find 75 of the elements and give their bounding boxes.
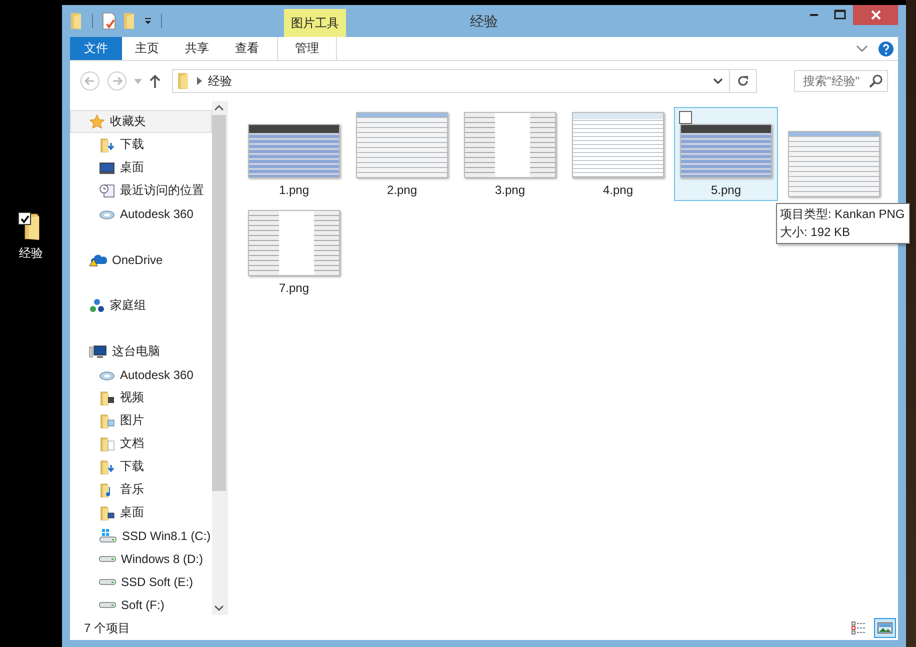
desktop-icon-label: 经验	[19, 245, 43, 262]
address-dropdown-icon[interactable]	[713, 78, 723, 84]
tooltip: 项目类型: Kankan PNG 大小: 192 KB	[776, 203, 910, 244]
ribbon-tab[interactable]: 管理	[277, 37, 337, 60]
folder-icon	[99, 412, 115, 428]
sidebar-item[interactable]: Soft (F:)	[70, 593, 212, 616]
chevron-down-icon[interactable]	[856, 44, 868, 52]
scroll-up-icon[interactable]	[214, 105, 224, 111]
sidebar-item[interactable]: 图片	[70, 409, 212, 432]
checkbox[interactable]	[679, 111, 692, 124]
desktop-folder-shortcut[interactable]: 经验	[16, 212, 46, 647]
sidebar-item[interactable]: 最近访问的位置	[70, 179, 212, 202]
file-item[interactable]: 3.png	[458, 107, 562, 201]
star-icon	[89, 114, 105, 130]
folder-icon	[177, 72, 191, 90]
sidebar-item[interactable]: SSD Win8.1 (C:)	[70, 524, 212, 547]
folder-icon	[99, 136, 115, 152]
folder-icon	[99, 458, 115, 474]
sidebar-item[interactable]: Windows 8 (D:)	[70, 547, 212, 570]
sidebar-item[interactable]: 这台电脑	[70, 340, 212, 363]
search-icon	[869, 74, 883, 88]
folder-icon	[99, 390, 115, 406]
minimize-icon	[808, 13, 820, 17]
folder-icon	[99, 504, 115, 520]
address-bar[interactable]: 经验	[172, 69, 757, 93]
checkbox[interactable]	[18, 212, 31, 225]
recent-places-icon	[99, 182, 115, 198]
sidebar-item[interactable]: 家庭组	[70, 294, 212, 317]
sidebar-item[interactable]: 桌面	[70, 156, 212, 179]
file-item[interactable]: 1.png	[242, 107, 346, 201]
large-icons-view-button[interactable]	[874, 618, 896, 638]
maximize-icon	[834, 9, 846, 21]
close-button[interactable]	[853, 5, 898, 25]
vertical-scrollbar[interactable]	[212, 101, 227, 615]
breadcrumb-item[interactable]: 经验	[208, 72, 232, 90]
properties-page-icon[interactable]	[101, 12, 117, 30]
monitor-icon	[99, 160, 115, 176]
drive-icon	[99, 602, 116, 608]
computer-icon	[89, 344, 107, 360]
sidebar-item[interactable]: 下载	[70, 133, 212, 156]
sidebar-item[interactable]: 桌面	[70, 501, 212, 524]
sidebar-item[interactable]: 收藏夹	[70, 110, 212, 133]
folder-icon	[99, 436, 115, 452]
contextual-tab-header: 图片工具	[284, 9, 346, 37]
file-item[interactable]: 2.png	[350, 107, 454, 201]
help-icon[interactable]	[878, 40, 894, 56]
refresh-icon[interactable]	[736, 74, 750, 88]
sidebar-item[interactable]: Autodesk 360	[70, 363, 212, 386]
sidebar-item[interactable]: 下载	[70, 455, 212, 478]
windows-drive-icon	[99, 528, 117, 544]
window-title: 经验	[470, 13, 498, 31]
search-field[interactable]: 搜索"经验"	[794, 70, 888, 92]
file-item[interactable]: 5.png	[674, 107, 778, 201]
file-item[interactable]: 4.png	[566, 107, 670, 201]
checkmark-icon	[20, 214, 30, 224]
breadcrumb-caret-icon[interactable]	[197, 77, 202, 85]
sidebar-item[interactable]: OneDrive	[70, 248, 212, 271]
item-count: 7 个项目	[84, 620, 130, 636]
ribbon-tab[interactable]: 共享	[172, 37, 222, 60]
network-spheres-icon	[89, 298, 105, 314]
drive-icon	[99, 578, 116, 584]
sidebar-item[interactable]: 视频	[70, 386, 212, 409]
ribbon-tab[interactable]: 查看	[222, 37, 272, 60]
up-arrow-icon[interactable]	[149, 74, 161, 88]
ribbon-tab[interactable]: 主页	[122, 37, 172, 60]
close-icon	[870, 9, 882, 21]
sidebar-item[interactable]: 音乐	[70, 478, 212, 501]
sidebar-item[interactable]: 文档	[70, 432, 212, 455]
file-item[interactable]: 7.png	[242, 205, 346, 299]
sidebar-item[interactable]: Autodesk 360	[70, 202, 212, 225]
file-menu-tab[interactable]: 文件	[70, 37, 122, 60]
drive-icon	[99, 556, 116, 562]
scroll-down-icon[interactable]	[214, 605, 224, 611]
customize-dropdown-icon[interactable]	[143, 16, 153, 26]
sidebar-item[interactable]: SSD Soft (E:)	[70, 570, 212, 593]
